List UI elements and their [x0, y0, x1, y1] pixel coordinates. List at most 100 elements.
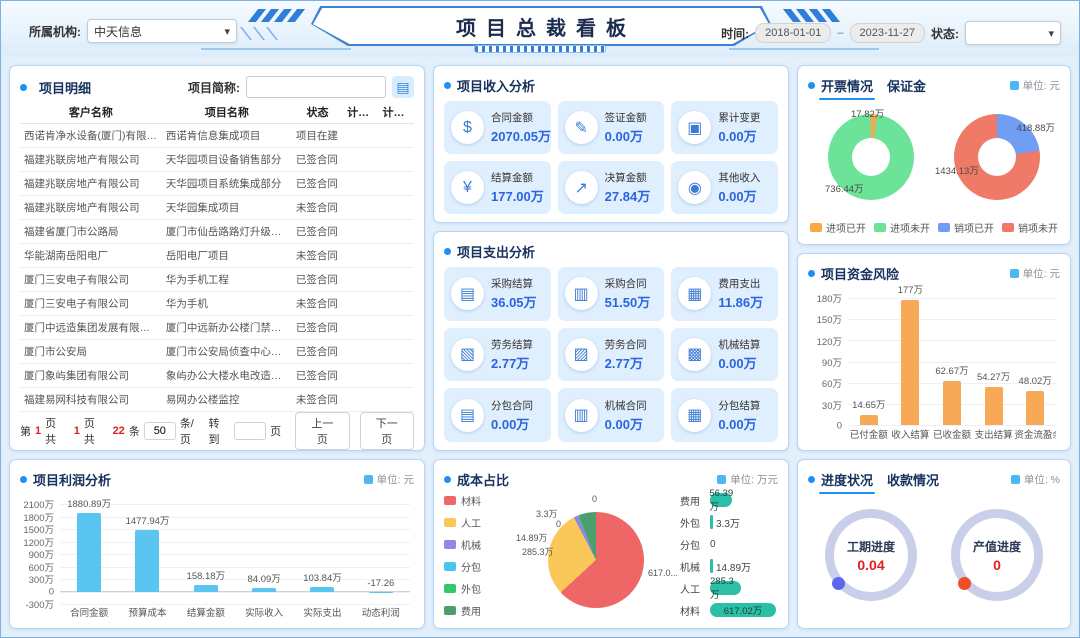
- table-row[interactable]: 福建省厦门市公路局 厦门市仙岳路路灯升级改造项目 已签合同: [20, 220, 414, 244]
- invoice-donuts: 17.82万 736.44万 418.88万 1434.13万: [808, 96, 1060, 218]
- metric-label: 采购结算: [491, 276, 537, 291]
- cost-title: 成本占比: [457, 470, 509, 489]
- header: 所属机构: 中天信息 ▾ 项目总裁看板 时间: 2018-01-01 – 202…: [1, 1, 1079, 57]
- status-cell: 未签合同: [292, 200, 343, 215]
- legend-item[interactable]: 材料: [444, 493, 504, 508]
- metric-value: 0.00万: [718, 353, 760, 372]
- status-cell: 已签合同: [292, 320, 343, 335]
- bullet-icon: [808, 270, 815, 277]
- project-table-body: 西诺肯净水设备(厦门)有限公司 西诺肯信息集成项目 项目在建 福建兆联房地产有限…: [20, 124, 414, 416]
- legend-item[interactable]: 人工: [444, 515, 504, 530]
- legend-label: 人工: [461, 515, 481, 530]
- unit-swatch-icon: [1010, 81, 1019, 90]
- metric-card-icon: ▦: [678, 399, 711, 432]
- metric-value: 2.77万: [605, 353, 647, 372]
- table-row[interactable]: 福建易网科技有限公司 易网办公楼监控 未签合同: [20, 388, 414, 412]
- table-row[interactable]: 福建兆联房地产有限公司 天华园项目系统集成部分 已签合同: [20, 172, 414, 196]
- donut-label: 736.44万: [825, 181, 864, 195]
- column-header: 计划开始: [343, 104, 378, 120]
- table-row[interactable]: 厦门象屿集团有限公司 象屿办公大楼水电改造项目 已签合同: [20, 364, 414, 388]
- metric-card-icon: ▤: [451, 399, 484, 432]
- metric-card-icon: ▧: [451, 338, 484, 371]
- date-to-input[interactable]: 2023-11-27: [850, 23, 925, 43]
- panel-progress: 进度状况 收款情况 单位: % 工期进度 0.04: [797, 459, 1071, 629]
- time-label: 时间:: [721, 25, 749, 42]
- table-row[interactable]: 厦门市公安局 厦门市公安局侦查中心办公设... 已签合同: [20, 340, 414, 364]
- page-size-input[interactable]: [144, 422, 176, 440]
- status-cell: 已签合同: [292, 176, 343, 191]
- current-page: 1: [35, 425, 41, 437]
- legend-item[interactable]: 销项未开: [1002, 220, 1058, 235]
- donut-label: 418.88万: [1016, 120, 1055, 134]
- project-search-input[interactable]: [246, 76, 386, 98]
- metric-card: ◉ 其他收入 0.00万: [671, 161, 778, 214]
- metric-value: 177.00万: [491, 186, 544, 205]
- donut-label: 17.82万: [851, 106, 884, 120]
- legend-item[interactable]: 进项已开: [810, 220, 866, 235]
- legend-item[interactable]: 销项已开: [938, 220, 994, 235]
- table-row[interactable]: 福建兆联房地产有限公司 天华园项目设备销售部分 已签合同: [20, 148, 414, 172]
- bullet-icon: [808, 82, 815, 89]
- legend-item[interactable]: 进项未开: [874, 220, 930, 235]
- customer-cell: 厦门三安电子有限公司: [20, 272, 162, 287]
- legend-swatch-icon: [444, 606, 456, 615]
- table-row[interactable]: 厦门三安电子有限公司 华为手机 未签合同: [20, 292, 414, 316]
- goto-page-input[interactable]: [234, 422, 266, 440]
- status-select[interactable]: ▾: [965, 21, 1061, 45]
- legend-item[interactable]: 分包: [444, 559, 504, 574]
- title-banner: 项目总裁看板: [311, 6, 771, 46]
- table-row[interactable]: 西诺肯净水设备(厦门)有限公司 西诺肯信息集成项目 项目在建: [20, 124, 414, 148]
- date-from-input[interactable]: 2018-01-01: [755, 23, 831, 43]
- metric-value: 0.00万: [605, 414, 647, 433]
- unit-swatch-icon: [1011, 475, 1020, 484]
- pie-callout-label: 0: [556, 519, 561, 529]
- project-detail-title: 项目明细: [39, 78, 91, 97]
- legend-item[interactable]: 机械: [444, 537, 504, 552]
- project-cell: 易网办公楼监控: [162, 392, 292, 407]
- legend-item[interactable]: 费用: [444, 603, 504, 618]
- tab-deposit[interactable]: 保证金: [887, 76, 926, 95]
- table-row[interactable]: 厦门中远造集团发展有限公司 厦门中远新办公楼门禁系统 已签合同: [20, 316, 414, 340]
- org-select-value: 中天信息: [94, 23, 142, 40]
- chevron-down-icon: ▾: [224, 25, 230, 38]
- pagination-text: 条/页: [180, 415, 205, 447]
- table-row[interactable]: 福建兆联房地产有限公司 天华园集成项目 未签合同: [20, 196, 414, 220]
- legend-item[interactable]: 外包: [444, 581, 504, 596]
- metric-label: 结算金额: [491, 170, 544, 185]
- chevron-down-icon: ▾: [1048, 27, 1054, 40]
- table-row[interactable]: 厦门三安电子有限公司 华为手机工程 已签合同: [20, 268, 414, 292]
- customer-cell: 厦门三安电子有限公司: [20, 296, 162, 311]
- tab-invoice-status[interactable]: 开票情况: [821, 76, 873, 95]
- gauge-label: 产值进度: [973, 538, 1021, 555]
- metric-card-icon: ▦: [678, 277, 711, 310]
- project-cell: 象屿办公大楼水电改造项目: [162, 368, 292, 383]
- tab-collection-status[interactable]: 收款情况: [887, 470, 939, 489]
- date-separator: –: [837, 27, 843, 39]
- table-row[interactable]: 华能湖南岳阳电厂 岳阳电厂项目 未签合同: [20, 244, 414, 268]
- list-icon[interactable]: ▤: [392, 76, 414, 98]
- metric-label: 其他收入: [718, 170, 760, 185]
- status-cell: 项目在建: [292, 128, 343, 143]
- panel-project-detail: 项目明细 项目简称: ▤ 客户名称 项目名称 状态 计划开始 计划竣工 西诺肯净…: [9, 65, 425, 451]
- legend-swatch-icon: [1002, 223, 1014, 232]
- metric-label: 劳务合同: [605, 337, 647, 352]
- page-title: 项目总裁看板: [446, 12, 636, 41]
- bullet-icon: [444, 248, 451, 255]
- legend-label: 销项未开: [1018, 220, 1058, 235]
- unit-label: 单位: 元: [1023, 266, 1060, 281]
- metric-value: 0.00万: [491, 414, 533, 433]
- status-label: 状态:: [931, 25, 959, 42]
- next-page-button[interactable]: 下一页: [360, 412, 414, 450]
- pie-callout-label: 3.3万: [536, 507, 558, 520]
- middle-column: 项目收入分析 $ 合同金额 2070.05万: [433, 65, 789, 451]
- org-select[interactable]: 中天信息 ▾: [87, 19, 237, 43]
- metric-label: 机械结算: [718, 337, 760, 352]
- cost-legend: 材料 人工 机械: [444, 490, 504, 620]
- metric-card-icon: ▨: [565, 338, 598, 371]
- prev-page-button[interactable]: 上一页: [295, 412, 349, 450]
- tab-progress-status[interactable]: 进度状况: [821, 470, 873, 489]
- org-label: 所属机构:: [29, 23, 81, 40]
- metric-value: 27.84万: [605, 186, 651, 205]
- customer-cell: 福建兆联房地产有限公司: [20, 152, 162, 167]
- metric-label: 分包结算: [718, 398, 760, 413]
